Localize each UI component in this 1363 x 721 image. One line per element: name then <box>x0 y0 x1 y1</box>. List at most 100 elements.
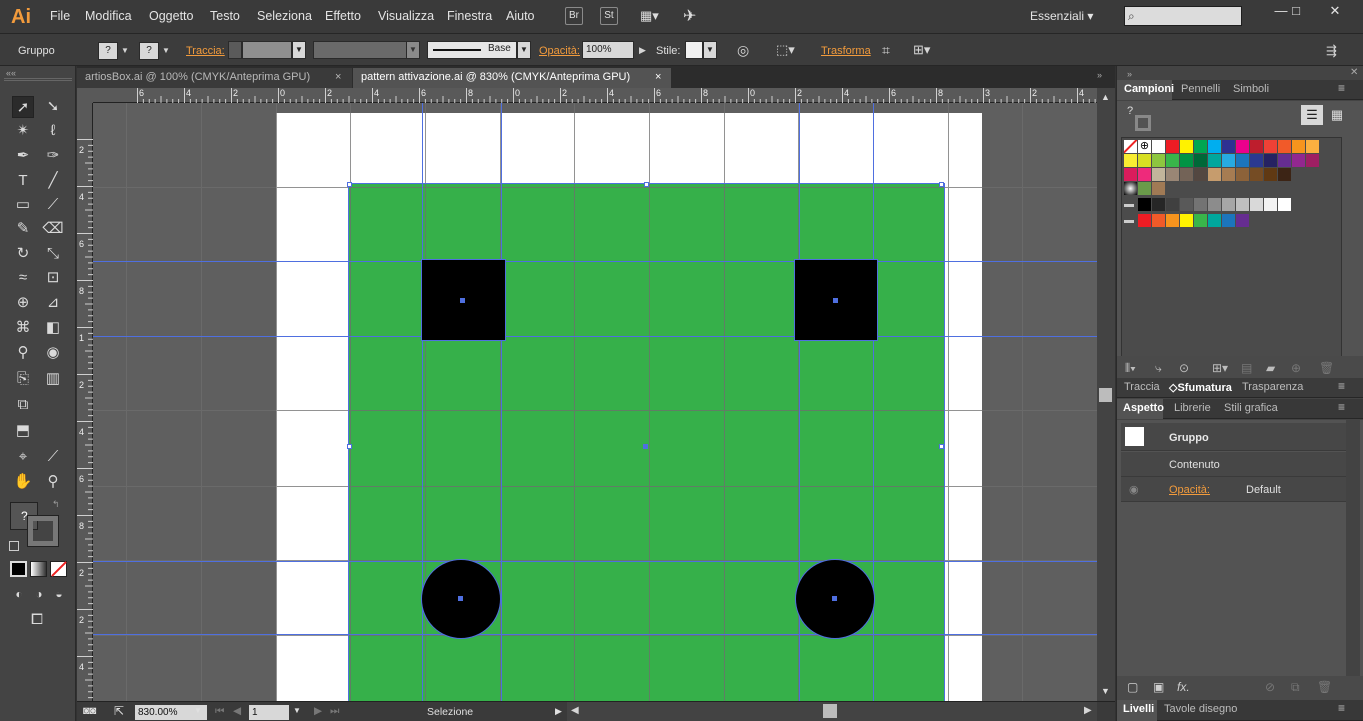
panel-grip[interactable] <box>4 78 72 81</box>
artboard-number-input[interactable]: 1 <box>249 705 289 720</box>
pen-tool-icon[interactable]: ✒ <box>12 145 34 167</box>
scroll-thumb[interactable] <box>1099 388 1112 402</box>
rectangle-tool-icon[interactable]: ▭ <box>12 194 34 216</box>
vertical-scrollbar[interactable]: ▲ ▼ <box>1097 88 1115 701</box>
swatch-595959[interactable] <box>1180 198 1193 211</box>
opacity-arrow-icon[interactable]: ▶ <box>639 45 646 56</box>
scroll-right-icon[interactable]: ▶ <box>1084 705 1092 716</box>
control-panel-menu-icon[interactable]: ⇶ <box>1326 43 1337 59</box>
search-input[interactable]: ⌕ <box>1124 6 1242 26</box>
tab-traccia[interactable]: Traccia <box>1124 381 1160 393</box>
menu-modifica[interactable]: Modifica <box>85 9 132 23</box>
swatch-ed1c24[interactable] <box>1138 214 1151 227</box>
handle-top-left[interactable] <box>347 182 352 187</box>
stroke-stepper[interactable] <box>228 41 242 59</box>
swatch-c69c6d[interactable] <box>1208 168 1221 181</box>
fill-swatch[interactable]: ? <box>98 42 118 60</box>
color-mode-icon[interactable] <box>10 561 27 577</box>
opacity-label[interactable]: Opacità: <box>539 45 580 57</box>
type-tool-icon[interactable]: T <box>12 170 34 192</box>
transform-label[interactable]: Trasforma <box>821 45 871 57</box>
artboard-tool-icon[interactable]: ⧉ <box>12 394 34 416</box>
fill-stroke-swatch-preview[interactable]: ? <box>1127 105 1151 131</box>
handle-middle-right[interactable] <box>939 444 944 449</box>
duplicate-item-icon[interactable]: ⧉ <box>1291 680 1300 695</box>
tab-aspetto[interactable]: Aspetto <box>1123 402 1164 414</box>
menu-visualizza[interactable]: Visualizza <box>378 9 434 23</box>
new-swatch-icon[interactable]: ⊕ <box>1291 361 1301 375</box>
curvature-tool-icon[interactable]: ✑ <box>42 145 64 167</box>
bridge-button[interactable]: Br <box>565 7 583 25</box>
swatch-8c8c8c[interactable] <box>1208 198 1221 211</box>
hand-tool-icon[interactable]: ✋ <box>12 471 34 493</box>
magic-wand-tool-icon[interactable]: ✴ <box>12 120 34 142</box>
swatch-fff200[interactable] <box>1180 214 1193 227</box>
prev-artboard-icon[interactable]: ◀ <box>233 705 241 717</box>
arrange-documents-icon[interactable]: ▦▾ <box>640 8 670 24</box>
swatch-ffffff[interactable] <box>1152 140 1165 153</box>
swatch-39b54a[interactable] <box>1166 154 1179 167</box>
swatch-737373[interactable] <box>1194 198 1207 211</box>
add-new-fill-icon[interactable]: ▣ <box>1153 680 1164 694</box>
expand-panel-icon[interactable]: » <box>1127 69 1132 79</box>
swatch-662d91[interactable] <box>1278 154 1291 167</box>
tab-stili-grafica[interactable]: Stili grafica <box>1224 402 1278 414</box>
swatch-f9ed32[interactable] <box>1124 154 1137 167</box>
tab-simboli[interactable]: Simboli <box>1233 83 1269 95</box>
swatch-f15a29[interactable] <box>1278 140 1291 153</box>
clear-appearance-icon[interactable]: ⊘ <box>1265 680 1275 694</box>
swatch-9e1f63[interactable] <box>1306 154 1319 167</box>
edit-swatch-icon[interactable]: ▤ <box>1241 361 1252 375</box>
style-swatch[interactable] <box>685 41 703 59</box>
swatch-1c75bc[interactable] <box>1236 154 1249 167</box>
isolate-group-icon[interactable]: ⌗ <box>882 42 890 59</box>
export-icon[interactable]: ⇱ <box>114 704 124 718</box>
stroke-label[interactable]: Traccia: <box>186 45 225 57</box>
tab-pattern-attivazione[interactable]: pattern attivazione.ai @ 830% (CMYK/Ante… <box>353 68 671 88</box>
appearance-scrollbar[interactable] <box>1346 420 1360 684</box>
swatch-1c75bc[interactable] <box>1222 214 1235 227</box>
tab-librerie[interactable]: Librerie <box>1174 402 1211 414</box>
tab-close-icon[interactable]: × <box>335 71 341 83</box>
recolor-artwork-icon[interactable]: ◎ <box>737 42 749 59</box>
swatch-f15a29[interactable] <box>1152 214 1165 227</box>
swatch-f2f2f2[interactable] <box>1264 198 1277 211</box>
selection-bounding-box[interactable] <box>348 183 945 701</box>
menu-file[interactable]: File <box>50 9 70 23</box>
tab-livelli[interactable]: Livelli <box>1123 703 1154 715</box>
panel-menu-icon[interactable]: ≡ <box>1338 81 1345 95</box>
ruler-origin[interactable] <box>77 88 93 103</box>
swatch-be1e2d[interactable] <box>1250 140 1263 153</box>
swatch-262626[interactable] <box>1152 198 1165 211</box>
screen-mode-icon[interactable]: ⧠ <box>26 609 48 631</box>
perspective-grid-tool-icon[interactable]: ⊿ <box>42 292 64 314</box>
artboard-dropdown-icon[interactable]: ▼ <box>293 706 301 715</box>
menu-effetto[interactable]: Effetto <box>325 9 361 23</box>
handle-top-center[interactable] <box>644 182 649 187</box>
add-to-library-icon[interactable]: ⤷ <box>1155 361 1162 376</box>
swatch-603913[interactable] <box>1264 168 1277 181</box>
swatch-00a79d[interactable] <box>1208 154 1221 167</box>
swatch-a6a6a6[interactable] <box>1222 198 1235 211</box>
swatch-3c2415[interactable] <box>1278 168 1291 181</box>
zoom-tool-icon[interactable]: ⚲ <box>42 471 64 493</box>
swap-fill-stroke-icon[interactable]: ↰ <box>52 499 60 510</box>
swatch-kind-icon[interactable]: ⊙ <box>1179 361 1189 375</box>
swatch-2b3990[interactable] <box>1250 154 1263 167</box>
free-transform-tool-icon[interactable]: ⊡ <box>42 267 64 289</box>
swatch-fff200[interactable] <box>1180 140 1193 153</box>
menu-oggetto[interactable]: Oggetto <box>149 9 193 23</box>
swatch-pattern-leaves[interactable] <box>1138 182 1151 195</box>
swatch-da1c5c[interactable] <box>1124 168 1137 181</box>
list-view-icon[interactable]: ☰ <box>1301 105 1323 125</box>
menu-seleziona[interactable]: Seleziona <box>257 9 312 23</box>
draw-inside-icon[interactable]: ◒ <box>48 583 70 605</box>
delete-swatch-icon[interactable]: 🗑 <box>1319 361 1334 375</box>
swatch-none[interactable] <box>1124 140 1137 153</box>
mesh-tool-icon[interactable]: ⌘ <box>12 317 34 339</box>
tabs-overflow-icon[interactable]: » <box>1097 70 1102 80</box>
stroke-weight-dropdown[interactable]: ▼ <box>292 41 306 59</box>
rocket-icon[interactable]: ✈ <box>683 6 696 26</box>
swatch-009444[interactable] <box>1180 154 1193 167</box>
gradient-tool-icon[interactable]: ◧ <box>42 317 64 339</box>
